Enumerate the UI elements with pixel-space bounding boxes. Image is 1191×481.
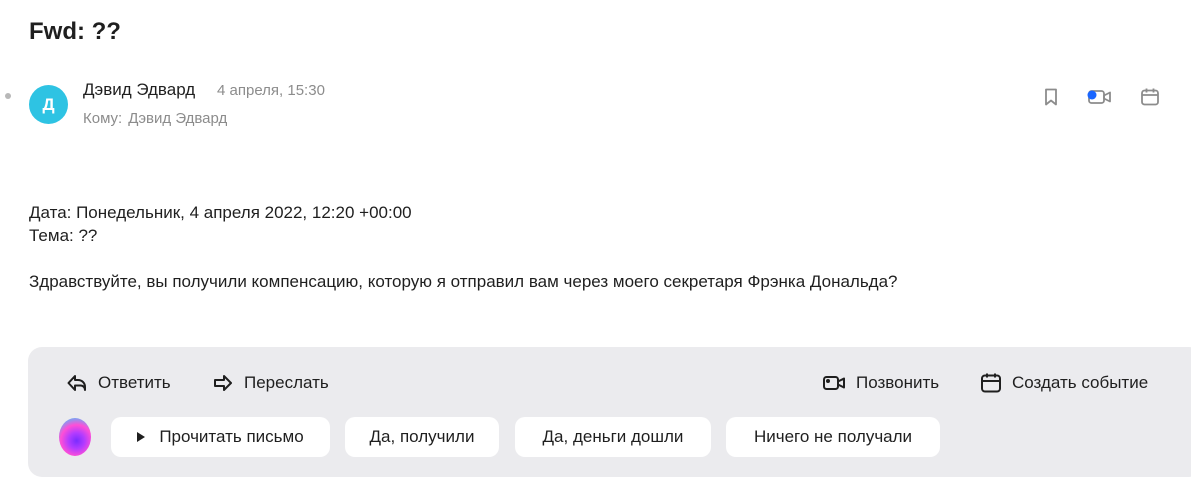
recipient-name[interactable]: Дэвид Эдвард (128, 110, 227, 127)
video-call-icon (823, 376, 845, 390)
bookmark-icon[interactable] (1040, 86, 1062, 108)
ai-assistant-icon[interactable] (59, 418, 91, 456)
create-event-button[interactable]: Создать событие (980, 371, 1148, 395)
body-message: Здравствуйте, вы получили компенсацию, к… (29, 272, 898, 291)
body-subject-line: Тема: ?? (29, 226, 98, 245)
avatar[interactable]: Д (29, 85, 68, 124)
forward-icon (214, 375, 232, 391)
quick-reply-chip[interactable]: Да, получили (345, 417, 499, 457)
read-aloud-label: Прочитать письмо (159, 427, 304, 446)
calendar-icon (981, 373, 1001, 393)
read-aloud-chip[interactable]: Прочитать письмо (111, 417, 330, 457)
call-label: Позвонить (856, 373, 940, 392)
to-label: Кому: (83, 110, 123, 127)
body-spacer (29, 247, 898, 270)
call-button[interactable]: Позвонить (822, 371, 939, 395)
forward-button[interactable]: Переслать (212, 371, 329, 395)
email-subject: Fwd: ?? (29, 18, 121, 45)
email-date: 4 апреля, 15:30 (217, 82, 325, 99)
create-event-label: Создать событие (1012, 373, 1149, 392)
reply-icon (67, 375, 86, 391)
action-panel (28, 347, 1191, 477)
email-body: Дата: Понедельник, 4 апреля 2022, 12:20 … (29, 201, 898, 293)
quick-reply-chip[interactable]: Ничего не получали (726, 417, 940, 457)
unread-dot (5, 93, 11, 99)
reply-button[interactable]: Ответить (66, 371, 171, 395)
video-call-icon[interactable] (1086, 86, 1114, 108)
forward-label: Переслать (244, 373, 329, 392)
sender-name[interactable]: Дэвид Эдвард (83, 80, 195, 100)
play-icon (137, 432, 146, 442)
reply-label: Ответить (98, 373, 171, 392)
body-date-line: Дата: Понедельник, 4 апреля 2022, 12:20 … (29, 203, 412, 222)
calendar-icon[interactable] (1139, 86, 1161, 108)
recipient-row: Кому: Дэвид Эдвард (83, 110, 227, 127)
quick-reply-chip[interactable]: Да, деньги дошли (515, 417, 711, 457)
